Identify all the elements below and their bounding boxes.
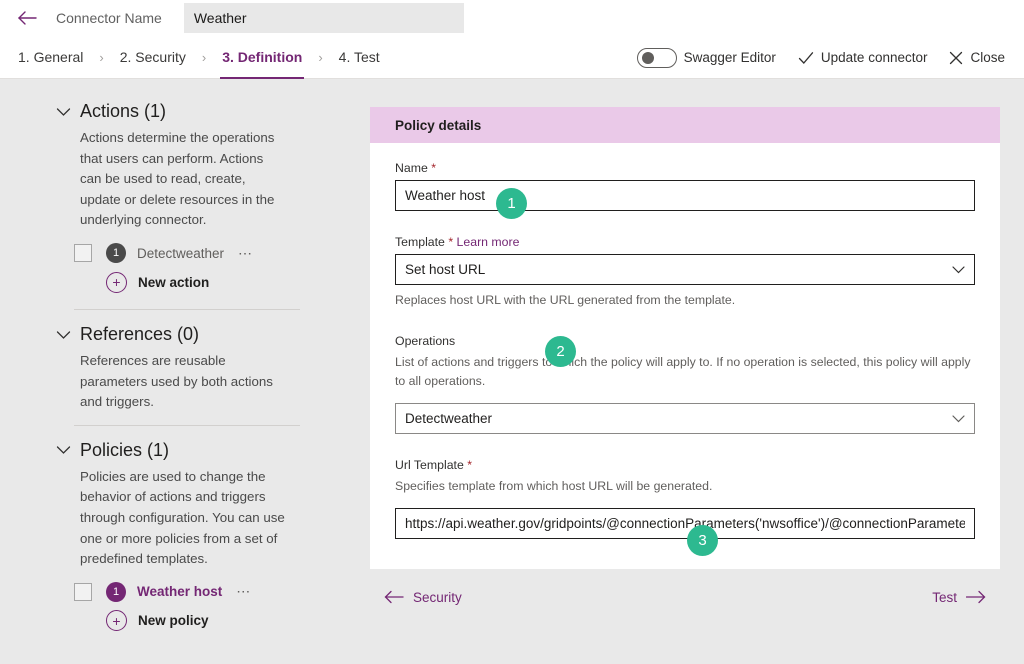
sidebar-section-actions-description: Actions determine the operations that us… — [80, 128, 288, 231]
sidebar-section-policies: Policies (1) Policies are used to change… — [56, 440, 350, 636]
wizard-step-test[interactable]: 4. Test — [335, 36, 384, 79]
connector-name-input[interactable] — [184, 3, 464, 33]
new-action-button[interactable]: + New action — [106, 267, 350, 297]
chevron-down-icon — [56, 330, 71, 340]
sidebar-divider-1 — [74, 309, 300, 310]
wizard-step-security[interactable]: 2. Security — [116, 36, 190, 79]
step-marker-2: 2 — [545, 336, 576, 367]
required-asterisk: * — [467, 458, 472, 472]
close-icon — [949, 51, 963, 65]
template-label-text: Template — [395, 235, 445, 249]
update-connector-label: Update connector — [821, 50, 928, 65]
wizard-step-general[interactable]: 1. General — [14, 36, 87, 79]
policy-item-checkbox[interactable] — [74, 583, 92, 601]
new-policy-label: New policy — [138, 613, 209, 628]
required-asterisk: * — [448, 235, 453, 249]
sidebar-section-policies-title: Policies (1) — [80, 440, 169, 461]
definition-sidebar: Actions (1) Actions determine the operat… — [0, 79, 350, 640]
operations-select-wrap: Detectweather — [395, 403, 975, 434]
operations-field-group: Operations List of actions and triggers … — [395, 334, 975, 434]
sidebar-section-policies-header[interactable]: Policies (1) — [56, 440, 350, 461]
sidebar-section-actions-title: Actions (1) — [80, 101, 166, 122]
wizard-steps: 1. General › 2. Security › 3. Definition… — [14, 36, 384, 79]
update-connector-button[interactable]: Update connector — [787, 36, 939, 79]
policy-details-panel: Policy details Name * Template * Learn m… — [370, 107, 1000, 569]
toolbar: Swagger Editor Update connector Close — [626, 36, 1016, 79]
next-step-test-link[interactable]: Test — [932, 590, 986, 605]
name-label-text: Name — [395, 161, 428, 175]
policy-details-title: Policy details — [395, 118, 481, 133]
sidebar-section-references: References (0) References are reusable p… — [56, 324, 350, 413]
template-select[interactable]: Set host URL — [395, 254, 975, 285]
learn-more-link[interactable]: Learn more — [457, 235, 520, 249]
step-chevron-icon-1: › — [99, 50, 103, 65]
wizard-step-definition[interactable]: 3. Definition — [218, 36, 306, 79]
required-asterisk: * — [431, 161, 436, 175]
previous-step-security-link[interactable]: Security — [384, 590, 462, 605]
name-field-label: Name * — [395, 161, 975, 175]
url-template-field-hint: Specifies template from which host URL w… — [395, 477, 975, 496]
sidebar-divider-2 — [74, 425, 300, 426]
step-marker-3: 3 — [687, 525, 718, 556]
sidebar-section-actions: Actions (1) Actions determine the operat… — [56, 101, 350, 297]
template-field-label: Template * Learn more — [395, 235, 975, 249]
template-select-wrap: Set host URL — [395, 254, 975, 285]
step-marker-1: 1 — [496, 188, 527, 219]
checkmark-icon — [798, 51, 814, 65]
sidebar-policy-item[interactable]: 1 Weather host ⋯ — [74, 578, 350, 606]
sidebar-section-references-description: References are reusable parameters used … — [80, 351, 288, 413]
connector-name-label: Connector Name — [56, 10, 162, 26]
plus-icon: + — [106, 610, 127, 631]
step-chevron-icon-2: › — [202, 50, 206, 65]
action-item-overflow-icon[interactable]: ⋯ — [238, 245, 254, 262]
step-chevron-icon-3: › — [318, 50, 322, 65]
policy-item-label: Weather host — [137, 584, 222, 599]
plus-icon: + — [106, 272, 127, 293]
sidebar-section-references-title: References (0) — [80, 324, 199, 345]
back-arrow-icon[interactable] — [14, 5, 40, 31]
close-label: Close — [970, 50, 1005, 65]
url-template-field-label: Url Template * — [395, 458, 975, 472]
arrow-right-icon — [966, 590, 986, 604]
close-button[interactable]: Close — [938, 36, 1016, 79]
sidebar-section-actions-header[interactable]: Actions (1) — [56, 101, 350, 122]
content-area: Actions (1) Actions determine the operat… — [0, 79, 1024, 664]
action-item-checkbox[interactable] — [74, 244, 92, 262]
name-field-group: Name * — [395, 161, 975, 211]
new-action-label: New action — [138, 275, 209, 290]
operations-select[interactable]: Detectweather — [395, 403, 975, 434]
wizard-bottom-nav: Security Test — [370, 577, 1000, 617]
chevron-down-icon — [56, 107, 71, 117]
template-field-group: Template * Learn more Set host URL Repla… — [395, 235, 975, 310]
swagger-editor-toggle[interactable]: Swagger Editor — [626, 36, 787, 79]
arrow-left-icon — [384, 590, 404, 604]
sidebar-section-references-header[interactable]: References (0) — [56, 324, 350, 345]
wizard-step-bar: 1. General › 2. Security › 3. Definition… — [0, 36, 1024, 79]
operations-field-label: Operations — [395, 334, 975, 348]
toggle-switch-off[interactable] — [637, 48, 677, 68]
sidebar-action-item[interactable]: 1 Detectweather ⋯ — [74, 239, 350, 267]
previous-step-label: Security — [413, 590, 462, 605]
name-input[interactable] — [395, 180, 975, 211]
policy-details-header: Policy details — [370, 107, 1000, 143]
operations-field-hint: List of actions and triggers to which th… — [395, 353, 975, 391]
new-policy-button[interactable]: + New policy — [106, 606, 350, 636]
swagger-editor-label: Swagger Editor — [684, 50, 776, 65]
url-template-input[interactable] — [395, 508, 975, 539]
next-step-label: Test — [932, 590, 957, 605]
chevron-down-icon — [56, 445, 71, 455]
action-item-label: Detectweather — [137, 246, 224, 261]
template-field-hint: Replaces host URL with the URL generated… — [395, 291, 975, 310]
sidebar-section-policies-description: Policies are used to change the behavior… — [80, 467, 288, 570]
policy-item-badge: 1 — [106, 582, 126, 602]
policy-details-form: Name * Template * Learn more Set host UR… — [370, 143, 1000, 569]
url-template-label-text: Url Template — [395, 458, 464, 472]
policy-item-overflow-icon[interactable]: ⋯ — [236, 583, 252, 600]
action-item-badge: 1 — [106, 243, 126, 263]
top-bar: Connector Name — [0, 0, 1024, 36]
url-template-field-group: Url Template * Specifies template from w… — [395, 458, 975, 539]
